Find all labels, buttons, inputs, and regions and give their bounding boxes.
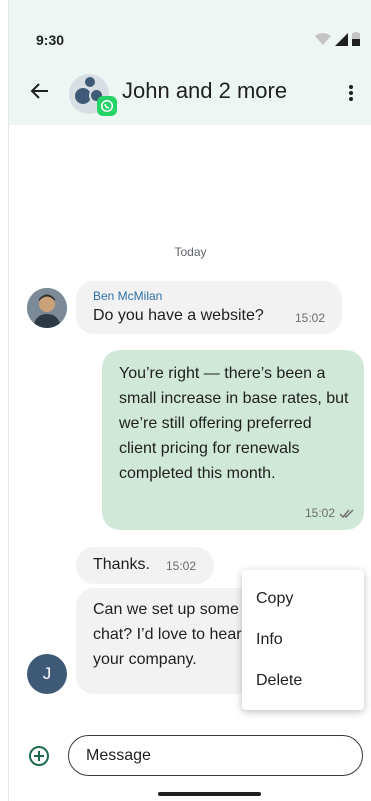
whatsapp-icon	[97, 96, 117, 116]
battery-icon	[352, 32, 360, 46]
avatar[interactable]	[27, 288, 67, 328]
message-text: Do you have a website?	[93, 307, 264, 324]
add-circle-icon[interactable]	[29, 746, 49, 766]
message-bubble[interactable]: Thanks. 15:02	[76, 547, 214, 584]
status-time: 9:30	[36, 32, 65, 48]
message-text: You’re right — there’s been a small incr…	[119, 365, 349, 482]
status-icons	[315, 32, 360, 46]
chat-screen: 9:30 John and 2 more Today Ben McMilan D…	[8, 0, 371, 801]
date-separator: Today	[174, 245, 207, 259]
more-vert-icon[interactable]	[344, 82, 358, 104]
message-text: Thanks.	[93, 556, 150, 573]
wifi-icon	[315, 33, 331, 45]
gesture-nav-bar	[158, 792, 261, 796]
message-time: 15:02	[166, 559, 197, 573]
avatar[interactable]: J	[27, 654, 67, 694]
message-context-menu: Copy Info Delete	[242, 570, 364, 710]
message-sender: Ben McMilan	[93, 289, 163, 303]
menu-item-info[interactable]: Info	[242, 625, 364, 666]
message-time: 15:02	[304, 506, 335, 520]
compose-bar	[9, 726, 371, 801]
signal-icon	[335, 32, 348, 46]
group-avatar[interactable]	[69, 74, 117, 116]
conversation-title[interactable]: John and 2 more	[122, 78, 287, 104]
outgoing-message-bubble[interactable]: You’re right — there’s been a small incr…	[102, 350, 364, 530]
double-check-icon	[339, 509, 354, 518]
menu-item-copy[interactable]: Copy	[242, 584, 364, 625]
message-input[interactable]	[68, 735, 363, 776]
back-arrow-icon[interactable]	[29, 80, 51, 102]
app-bar: 9:30 John and 2 more	[9, 0, 371, 125]
message-meta: 15:02	[305, 506, 354, 520]
message-time: 15:02	[295, 311, 326, 325]
message-bubble[interactable]: Ben McMilan Do you have a website? 15:02	[76, 281, 342, 334]
menu-item-delete[interactable]: Delete	[242, 666, 364, 707]
